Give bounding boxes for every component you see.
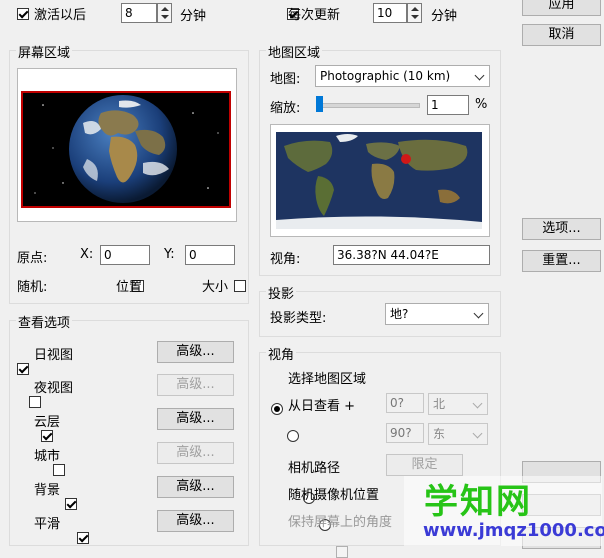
view-option-advanced-button[interactable]: 高级... — [157, 341, 234, 363]
select-map-region-label: 选择地图区域 — [288, 372, 367, 387]
view-option-label: 城市 — [34, 449, 61, 464]
random-label: 随机: — [17, 280, 48, 295]
update-every-unit: 分钟 — [431, 9, 458, 24]
projection-title: 投影 — [266, 283, 297, 302]
options-button[interactable]: 选项... — [522, 218, 601, 240]
activate-after-input[interactable]: 8 — [121, 3, 157, 23]
view-label: 视角: — [270, 252, 301, 267]
origin-y-input[interactable]: 0 — [185, 245, 235, 265]
view-option-advanced-button[interactable]: 高级... — [157, 476, 234, 498]
view-option-label: 背景 — [34, 483, 61, 498]
reset-button[interactable]: 重置... — [522, 250, 601, 272]
activate-after-spinner[interactable] — [157, 3, 172, 23]
view-option-advanced-button[interactable]: 高级... — [157, 374, 234, 396]
chevron-down-icon — [473, 308, 484, 319]
zoom-label: 缩放: — [270, 101, 301, 116]
view-option-advanced-button[interactable]: 高级... — [157, 442, 234, 464]
latitude-input[interactable]: 0? — [386, 393, 424, 413]
activate-after-unit: 分钟 — [180, 9, 207, 24]
camera-path-label: 相机路径 — [288, 461, 341, 476]
cancel-button[interactable]: 取消 — [522, 24, 601, 46]
chevron-down-icon — [472, 428, 483, 439]
random-camera-label: 随机摄像机位置 — [288, 488, 380, 503]
activate-after-checkbox[interactable] — [17, 7, 29, 20]
map-type-value: Photographic (10 km) — [320, 69, 451, 83]
watermark-url: www.jmqz1000.com — [423, 520, 604, 541]
update-every-input[interactable]: 10 — [373, 3, 407, 23]
longitude-direction-select[interactable]: 东 — [428, 423, 488, 445]
view-option-checkbox[interactable] — [41, 429, 53, 442]
zoom-input[interactable]: 1 — [427, 95, 469, 115]
update-every-label: 每次更新 — [288, 8, 341, 23]
screen-preview[interactable] — [17, 68, 237, 222]
screen-preview-canvas[interactable] — [21, 91, 231, 208]
projection-type-label: 投影类型: — [270, 311, 327, 326]
longitude-direction-value: 东 — [433, 427, 446, 441]
viewpoint-title: 视角 — [266, 344, 297, 363]
random-size-checkbox[interactable] — [234, 279, 247, 292]
select-map-region-radio[interactable] — [271, 402, 283, 415]
projection-type-value: 地? — [390, 307, 409, 321]
chevron-down-icon — [472, 398, 483, 409]
zoom-unit: % — [475, 97, 488, 112]
view-option-checkbox[interactable] — [17, 362, 29, 375]
view-option-checkbox[interactable] — [77, 531, 89, 544]
map-label: 地图: — [270, 72, 301, 87]
world-map-image — [276, 132, 482, 229]
keep-screen-angle-checkbox[interactable] — [335, 545, 348, 558]
latitude-direction-value: 北 — [433, 397, 446, 411]
view-option-advanced-button[interactable]: 高级... — [157, 408, 234, 430]
view-option-checkbox[interactable] — [29, 395, 41, 408]
random-size-label: 大小 — [202, 280, 229, 295]
map-region-title: 地图区域 — [266, 42, 323, 61]
view-option-checkbox[interactable] — [65, 497, 77, 510]
view-option-label: 日视图 — [34, 348, 74, 363]
view-option-label: 平滑 — [34, 517, 61, 532]
x-label: X: — [80, 247, 94, 262]
view-options-title: 查看选项 — [16, 312, 73, 331]
origin-x-input[interactable]: 0 — [100, 245, 150, 265]
zoom-slider-thumb[interactable] — [316, 96, 323, 112]
from-sun-radio[interactable] — [287, 429, 300, 442]
screen-region-title: 屏幕区域 — [16, 42, 73, 61]
map-type-select[interactable]: Photographic (10 km) — [315, 65, 490, 87]
apply-button[interactable]: 应用 — [522, 0, 601, 16]
earth-globe-image — [34, 95, 219, 203]
chevron-down-icon — [474, 70, 485, 81]
camera-path-button[interactable]: 限定 — [386, 454, 463, 476]
view-option-label: 夜视图 — [34, 381, 74, 396]
update-every-spinner[interactable] — [407, 3, 422, 23]
random-position-label: 位置 — [116, 280, 143, 295]
view-option-advanced-button[interactable]: 高级... — [157, 510, 234, 532]
latitude-direction-select[interactable]: 北 — [428, 393, 488, 415]
y-label: Y: — [164, 247, 175, 262]
longitude-input[interactable]: 90? — [386, 423, 424, 443]
keep-screen-angle-label: 保持屏幕上的角度 — [288, 515, 393, 530]
watermark-logo: 学知网 — [424, 482, 532, 522]
projection-type-select[interactable]: 地? — [385, 303, 489, 325]
activate-after-label: 激活以后 — [34, 8, 87, 23]
from-sun-label: 从日查看 + — [288, 399, 356, 414]
view-coordinates-field[interactable]: 36.38?N 44.04?E — [333, 245, 490, 265]
zoom-slider-track[interactable] — [316, 103, 420, 108]
origin-label: 原点: — [17, 251, 48, 266]
map-preview[interactable] — [270, 124, 490, 237]
view-option-label: 云层 — [34, 415, 61, 430]
view-option-checkbox[interactable] — [53, 463, 65, 476]
